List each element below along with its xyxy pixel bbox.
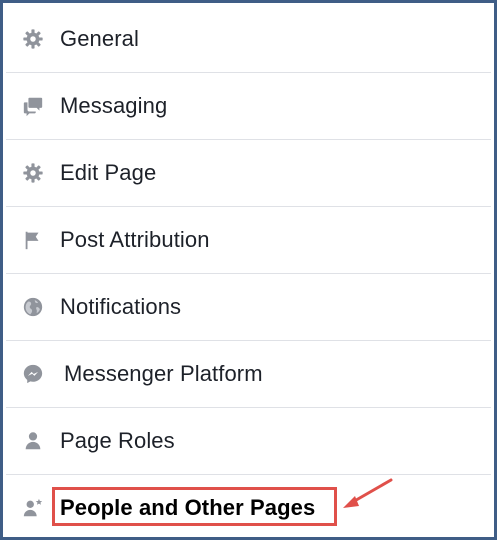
- highlight-box: [52, 487, 337, 526]
- menu-item-edit-page[interactable]: Edit Page: [6, 140, 491, 207]
- globe-icon: [22, 296, 44, 318]
- menu-item-label: Notifications: [60, 294, 182, 319]
- menu-item-label: General: [60, 26, 139, 51]
- menu-item-label: Edit Page: [60, 160, 157, 185]
- menu-item-messenger-platform[interactable]: Messenger Platform: [6, 341, 491, 408]
- menu-item-messaging[interactable]: Messaging: [6, 73, 491, 140]
- gear-icon: [22, 28, 44, 50]
- menu-item-label: Page Roles: [60, 428, 175, 453]
- screenshot-frame: General Messaging Edit Page Post Attribu…: [0, 0, 497, 540]
- menu-item-post-attribution[interactable]: Post Attribution: [6, 207, 491, 274]
- messenger-icon: [22, 363, 44, 385]
- arrow-annotation-icon: [343, 478, 393, 508]
- menu-item-label: Post Attribution: [60, 227, 210, 252]
- settings-menu: General Messaging Edit Page Post Attribu…: [6, 6, 491, 534]
- menu-item-label: Messenger Platform: [64, 361, 263, 386]
- person-icon: [22, 430, 44, 452]
- chat-bubbles-icon: [22, 95, 44, 117]
- menu-item-label: Messaging: [60, 93, 168, 118]
- menu-item-general[interactable]: General: [6, 6, 491, 73]
- gear-icon: [22, 162, 44, 184]
- person-star-icon: [22, 497, 44, 519]
- flag-icon: [22, 229, 44, 251]
- menu-item-page-roles[interactable]: Page Roles: [6, 408, 491, 475]
- menu-item-notifications[interactable]: Notifications: [6, 274, 491, 341]
